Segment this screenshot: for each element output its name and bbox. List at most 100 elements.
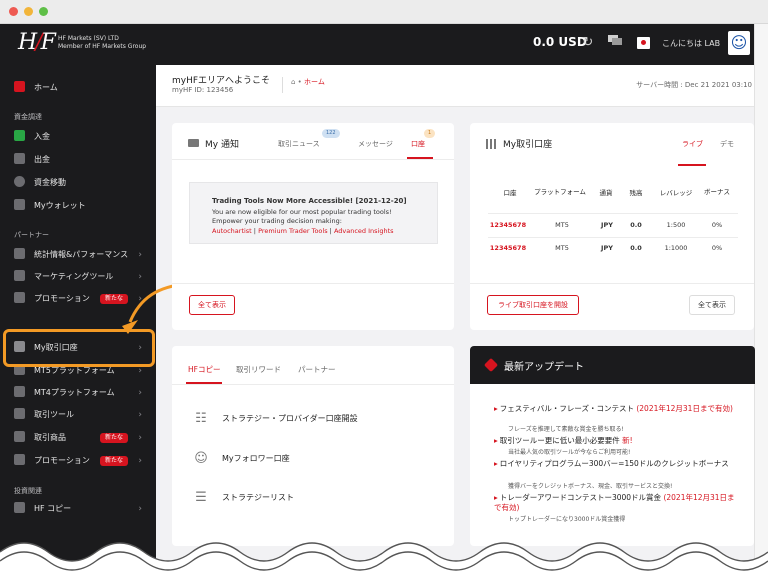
sidebar-item-label: ホーム (34, 83, 58, 92)
company-name: HF Markets (SV) LTD Member of HF Markets… (58, 35, 146, 51)
news-item[interactable]: ▸ フェスティバル・フレーズ・コンテスト (2021年12月31日まで有効) (494, 404, 739, 414)
link-advanced-insights[interactable]: Advanced Insights (334, 227, 394, 235)
sidebar-item-promo2[interactable]: プロモーション 新たな › (14, 452, 154, 470)
link-premium-trader-tools[interactable]: Premium Trader Tools (258, 227, 328, 235)
sidebar-item-stats[interactable]: 統計情報&パフォーマンス › (14, 246, 154, 264)
minimize-window-button[interactable] (24, 7, 33, 16)
strategy-provider-item[interactable]: ☷ ストラテジー・プロバイダー口座開設 (192, 408, 358, 430)
sidebar-item-label: 出金 (34, 155, 50, 164)
table-row[interactable]: 12345678 MT5 JPY 0.0 1:1000 0% (488, 237, 738, 259)
sidebar-item-deposit[interactable]: 入金 (14, 128, 154, 146)
home-icon[interactable]: ⌂ • (291, 78, 302, 86)
leverage-cell: 1:1000 (664, 244, 688, 252)
notifications-title: My 通知 (205, 140, 239, 150)
news-item[interactable]: ▸ 取引ツールー更に低い最小必要要件 新! (494, 436, 739, 446)
sidebar-item-label: HF コピー (34, 504, 72, 513)
col-header-platform: プラットフォーム (534, 188, 586, 196)
top-bar: H/F HF Markets (SV) LTD Member of HF Mar… (0, 24, 754, 65)
bullet-icon: ▸ (494, 404, 498, 413)
new-badge: 新たな (100, 456, 129, 466)
news-item-title: 取引ツールー更に低い最小必要要件 (499, 436, 620, 445)
bullet-icon: ▸ (494, 493, 498, 502)
breadcrumb-home[interactable]: ホーム (304, 78, 325, 86)
sidebar-item-home[interactable]: ホーム (14, 79, 154, 97)
tab-divider (172, 159, 454, 160)
sidebar-item-my-accounts[interactable]: My取引口座 › (14, 339, 144, 357)
tab-demo[interactable]: デモ (720, 139, 734, 149)
japan-flag-icon[interactable] (637, 37, 650, 49)
sidebar-item-wallet[interactable]: Myウォレット (14, 197, 154, 215)
sidebar-item-tools[interactable]: 取引ツール › (14, 406, 154, 424)
news-card: 最新アップデート ▸ フェスティバル・フレーズ・コンテスト (2021年12月31… (470, 346, 755, 546)
sidebar-item-label: マーケティングツール (34, 272, 114, 281)
withdraw-icon (14, 153, 25, 164)
chevron-right-icon: › (138, 343, 142, 353)
company-line-2: Member of HF Markets Group (58, 43, 147, 50)
open-live-account-button[interactable]: ライブ取引口座を開設 (487, 295, 579, 315)
chart-icon (14, 248, 25, 259)
col-header-balance: 残高 (629, 189, 643, 197)
clipboard-chart-icon: ☷ (195, 410, 207, 426)
chevron-right-icon: › (138, 250, 142, 260)
maximize-window-button[interactable] (39, 7, 48, 16)
close-window-button[interactable] (9, 7, 18, 16)
chat-icon[interactable] (607, 35, 623, 51)
sidebar-item-withdraw[interactable]: 出金 (14, 151, 154, 169)
link-autochartist[interactable]: Autochartist (212, 227, 252, 235)
list-icon: ☰ (195, 489, 207, 505)
news-item-sub: 獲得バーをクレジットボーナス、現金、取引サービスと交換! (508, 483, 673, 490)
refresh-icon[interactable]: ↻ (580, 35, 596, 51)
sidebar-item-label: プロモーション (34, 294, 90, 303)
view-all-notifications-button[interactable]: 全て表示 (189, 295, 235, 315)
sidebar-item-hfcopy[interactable]: HF コピー › (14, 500, 154, 518)
app-window: H/F HF Markets (SV) LTD Member of HF Mar… (0, 0, 768, 580)
notice-title: Trading Tools Now More Accessible! [2021… (212, 197, 407, 205)
tab-account[interactable]: 口座 (411, 139, 425, 149)
bullet-icon: ▸ (494, 459, 498, 468)
follower-account-item[interactable]: ☺ Myフォロワー口座 (192, 448, 289, 470)
account-number[interactable]: 12345678 (488, 221, 528, 229)
sidebar-item-label: My取引口座 (34, 343, 78, 352)
sidebar-item-label: 資金移動 (34, 178, 66, 187)
tab-messages[interactable]: メッセージ (358, 139, 393, 149)
grid-icon (486, 139, 496, 149)
mail-icon (188, 139, 199, 147)
news-item[interactable]: ▸ トレーダーアワードコンテストー3000ドル賞金 (2021年12月31日まで有… (494, 493, 739, 513)
page-scrollbar[interactable] (754, 24, 768, 580)
section-invest: 投資関連 (14, 487, 42, 495)
sidebar-item-transfer[interactable]: 資金移動 (14, 174, 154, 192)
page-title: myHFエリアへようこそ (172, 76, 271, 86)
strategy-list-label: ストラテジーリスト (222, 493, 294, 502)
layers-icon (483, 357, 499, 373)
news-item-title: トレーダーアワードコンテストー3000ドル賞金 (499, 493, 662, 502)
sidebar-item-products[interactable]: 取引商品 新たな › (14, 429, 154, 447)
deposit-icon (14, 130, 25, 141)
table-row[interactable]: 12345678 MT5 JPY 0.0 1:500 0% (488, 213, 738, 235)
user-avatar-icon[interactable]: ☺ (728, 31, 750, 55)
tab-trading-rewards[interactable]: 取引リワード (236, 364, 281, 375)
card-footer-divider (172, 283, 454, 284)
tab-hfcopy[interactable]: HFコピー (188, 364, 220, 375)
platform-cell: MT5 (555, 221, 569, 229)
strategy-list-item[interactable]: ☰ ストラテジーリスト (192, 487, 294, 509)
tab-partner[interactable]: パートナー (298, 364, 336, 375)
view-all-accounts-button[interactable]: 全て表示 (689, 295, 735, 315)
chevron-right-icon: › (138, 433, 142, 443)
news-item-sub: フレーズを推理して素敵な賞金を勝ち取る! (508, 426, 624, 433)
account-balance: 0.0 USD (533, 35, 587, 49)
chevron-right-icon: › (138, 504, 142, 514)
sidebar-item-label: Myウォレット (34, 201, 86, 210)
breadcrumb: ⌂ • ホーム (282, 77, 325, 93)
news-item[interactable]: ▸ ロイヤリティプログラムー300バー=150ドルのクレジットボーナス (494, 459, 739, 469)
sidebar-item-label: 統計情報&パフォーマンス (34, 250, 129, 259)
col-header-account: 口座 (503, 189, 517, 197)
sidebar-item-mt4[interactable]: MT4プラットフォーム › (14, 384, 154, 402)
account-number[interactable]: 12345678 (488, 244, 528, 252)
hf-logo[interactable]: H/F (18, 30, 56, 58)
balance-cell: 0.0 (630, 244, 642, 252)
accounts-card: My取引口座 ライブ デモ 口座 プラットフォーム 通貨 残高 レバレッジ ボー… (470, 123, 754, 330)
tab-live[interactable]: ライブ (682, 139, 703, 149)
products-icon (14, 431, 25, 442)
tab-trading-news[interactable]: 取引ニュース (278, 139, 320, 149)
platform-cell: MT5 (555, 244, 569, 252)
